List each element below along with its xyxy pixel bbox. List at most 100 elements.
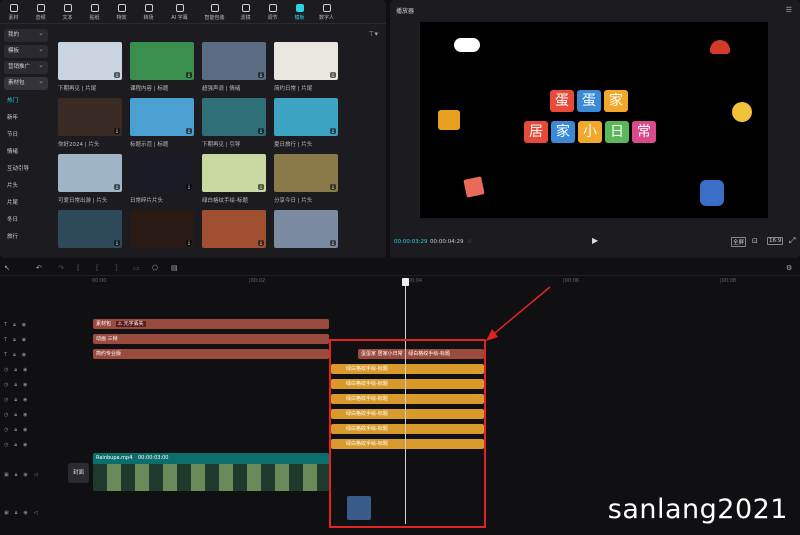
sidebar-item[interactable]: 片尾 [0,195,52,212]
visibility-icon[interactable]: ◉ [23,427,27,433]
sidebar-item[interactable]: 旅行 [0,229,52,246]
template-thumbnail[interactable]: ⤓ [130,98,194,136]
download-icon[interactable]: ⤓ [330,240,336,246]
mute-icon[interactable]: ◁ [34,472,38,478]
sidebar-item[interactable]: 节日 [0,127,52,144]
download-icon[interactable]: ⤓ [330,72,336,78]
fullscreen-toggle[interactable]: 全屏 [731,237,747,247]
template-thumbnail[interactable]: ⤓ [58,210,122,248]
timecode-format-icon[interactable]: ⁞⁞ [468,239,472,245]
download-icon[interactable]: ⤓ [114,240,120,246]
tab-transition[interactable]: 转场 [135,0,162,24]
cover-button[interactable]: 封面 [68,463,89,483]
template-thumbnail[interactable]: ⤓ [202,98,266,136]
clip-material-pack[interactable]: 素材包 ⚠ 元字丢失 [93,319,329,329]
template-thumbnail[interactable]: ⤓ [274,154,338,192]
tab-adjust[interactable]: 调节 [259,0,286,24]
tab-sticker[interactable]: 贴纸 [81,0,108,24]
template-thumbnail[interactable]: ⤓ [202,210,266,248]
template-thumbnail[interactable]: ⤓ [274,98,338,136]
tab-template[interactable]: 模板 [286,0,313,24]
lock-icon[interactable]: 🔒︎ [13,337,16,343]
download-icon[interactable]: ⤓ [186,72,192,78]
template-thumbnail[interactable]: ⤓ [130,154,194,192]
template-thumbnail[interactable]: ⤓ [202,42,266,80]
split-icon[interactable]: ⫿ [77,264,79,273]
lock-icon[interactable]: 🔒︎ [14,397,17,403]
lock-icon[interactable]: 🔒︎ [13,322,16,328]
expand-icon[interactable]: ⤢ [789,236,795,246]
sidebar-item[interactable]: 热门 [0,93,52,110]
download-icon[interactable]: ⤓ [330,128,336,134]
visibility-icon[interactable]: ◉ [23,510,27,516]
tab-text[interactable]: 文本 [54,0,81,24]
timeline-ruler[interactable]: 00:00 |00:02 |00:04 |00:06 |00:08 [92,276,800,288]
visibility-icon[interactable]: ◉ [23,367,27,373]
mark-icon[interactable]: ⬠ [152,264,158,272]
template-thumbnail[interactable]: ⤓ [58,42,122,80]
redo-icon[interactable]: ↷ [58,264,64,272]
visibility-icon[interactable]: ◉ [23,382,27,388]
tab-filter[interactable]: 滤镜 [232,0,259,24]
download-icon[interactable]: ⤓ [186,240,192,246]
download-icon[interactable]: ⤓ [114,72,120,78]
visibility-icon[interactable]: ◉ [23,472,27,478]
clip-animation[interactable]: 动画 三帧 [93,334,329,344]
menu-icon[interactable]: ☰ [786,6,792,14]
tab-media[interactable]: 素材 [0,0,27,24]
tab-audio[interactable]: 音频 [27,0,54,24]
download-icon[interactable]: ⤓ [186,128,192,134]
lock-icon[interactable]: 🔒︎ [14,442,17,448]
caption-icon[interactable]: ▤ [171,264,178,272]
split-right-icon[interactable]: ] [115,264,118,272]
tab-smart-package[interactable]: 智能包装 [197,0,232,24]
template-thumbnail[interactable]: ⤓ [274,210,338,248]
sidebar-item[interactable]: 新年 [0,110,52,127]
lock-icon[interactable]: 🔒︎ [14,367,17,373]
select-cursor-icon[interactable]: ↖ [4,264,10,272]
filter-button[interactable]: ⊤▾ [368,30,378,38]
undo-icon[interactable]: ↶ [36,264,42,272]
play-button[interactable]: ▶ [592,236,598,245]
download-icon[interactable]: ⤓ [114,128,120,134]
aspect-ratio-button[interactable]: 16:9 [767,237,784,245]
lock-icon[interactable]: 🔒︎ [15,510,18,516]
sidebar-dropdown[interactable]: 我的 [4,27,48,42]
lock-icon[interactable]: 🔒︎ [13,352,16,358]
download-icon[interactable]: ⤓ [258,72,264,78]
download-icon[interactable]: ⤓ [258,240,264,246]
sidebar-item[interactable]: 互动引导 [0,161,52,178]
visibility-icon[interactable]: ◉ [22,337,26,343]
sidebar-dropdown[interactable]: 营销推广 [4,59,48,74]
lock-icon[interactable]: 🔒︎ [14,412,17,418]
template-thumbnail[interactable]: ⤓ [130,210,194,248]
sidebar-dropdown[interactable]: 模板 [4,43,48,58]
template-thumbnail[interactable]: ⤓ [202,154,266,192]
split-left-icon[interactable]: [ [96,264,99,272]
download-icon[interactable]: ⤓ [258,128,264,134]
scale-icon[interactable]: ⊡ [752,237,758,245]
download-icon[interactable]: ⤓ [186,184,192,190]
lock-icon[interactable]: 🔒︎ [14,427,17,433]
sidebar-item[interactable]: 片头 [0,178,52,195]
tab-ai-caption[interactable]: AI 字幕 [162,0,197,24]
sidebar-item[interactable]: 情绪 [0,144,52,161]
mute-icon[interactable]: ◁ [34,510,38,516]
visibility-icon[interactable]: ◉ [23,412,27,418]
sidebar-item[interactable]: 冬日 [0,212,52,229]
tab-digital-human[interactable]: 数字人 [313,0,340,24]
template-thumbnail[interactable]: ⤓ [58,98,122,136]
clip-simple-pro[interactable]: 简约专业版 [93,349,329,359]
template-thumbnail[interactable]: ⤓ [130,42,194,80]
clip-video[interactable]: Rainbupa.mp4 00:00:03:00 [93,453,329,491]
download-icon[interactable]: ⤓ [258,184,264,190]
lock-icon[interactable]: 🔒︎ [14,382,17,388]
visibility-icon[interactable]: ◉ [22,352,26,358]
settings-icon[interactable]: ⚙ [786,264,792,272]
tab-effects[interactable]: 特效 [108,0,135,24]
visibility-icon[interactable]: ◉ [22,322,26,328]
visibility-icon[interactable]: ◉ [23,442,27,448]
download-icon[interactable]: ⤓ [330,184,336,190]
delete-icon[interactable]: ▭ [133,264,140,272]
preview-canvas[interactable]: 蛋蛋家 居家小日常 [420,22,768,218]
